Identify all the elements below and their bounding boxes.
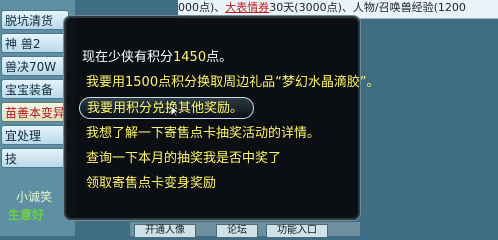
option-other-rewards[interactable]: 我要用积分兑换其他奖励。 — [79, 97, 254, 119]
side-item-6[interactable]: 技 — [1, 148, 69, 168]
tab-functions[interactable]: 功能入口 — [266, 224, 328, 238]
bottom-tab-bar: 开通人像 论坛 功能入口 — [130, 222, 360, 238]
side-item-4[interactable]: 苗善本变异 — [1, 102, 69, 122]
intro-suffix: 点。 — [206, 50, 233, 65]
tab-forum[interactable]: 论坛 — [216, 224, 258, 238]
intro-prefix: 现在少侠有积分 — [82, 50, 174, 65]
side-item-1[interactable]: 神 兽2 — [1, 33, 69, 53]
top-strip-link[interactable]: 大表情券 — [225, 1, 269, 14]
top-strip-post: 30天(3000点)、人物/召唤兽经验(1200 — [269, 1, 466, 14]
option-lottery-details[interactable]: 我想了解一下寄售点卡抽奖活动的详情。 — [86, 123, 320, 145]
option-crystal-gift[interactable]: 我要用1500点积分换取周边礼品“梦幻水晶滴胶”。 — [86, 72, 380, 94]
side-text-2: 生意好 — [8, 208, 45, 222]
option-claim-transform[interactable]: 领取寄售点卡变身奖励 — [86, 173, 216, 195]
side-item-2[interactable]: 兽决70W — [1, 56, 69, 76]
option-check-winning[interactable]: 查询一下本月的抽奖我是否中奖了 — [86, 148, 281, 170]
side-item-0[interactable]: 脱坑清货 — [1, 10, 69, 30]
top-strip-pre: 000点)、 — [178, 1, 226, 14]
side-item-5[interactable]: 宜处理 — [1, 125, 69, 145]
npc-dialog: 现在少侠有积分1450点。 我要用1500点积分换取周边礼品“梦幻水晶滴胶”。 … — [64, 16, 380, 220]
side-item-3[interactable]: 宝宝装备 — [1, 79, 69, 99]
mouse-cursor-icon — [171, 106, 179, 118]
points-intro: 现在少侠有积分1450点。 — [82, 46, 232, 65]
side-text-1: 小诚笑 — [16, 190, 53, 204]
tab-portrait[interactable]: 开通人像 — [134, 224, 196, 238]
points-value: 1450 — [173, 50, 207, 65]
